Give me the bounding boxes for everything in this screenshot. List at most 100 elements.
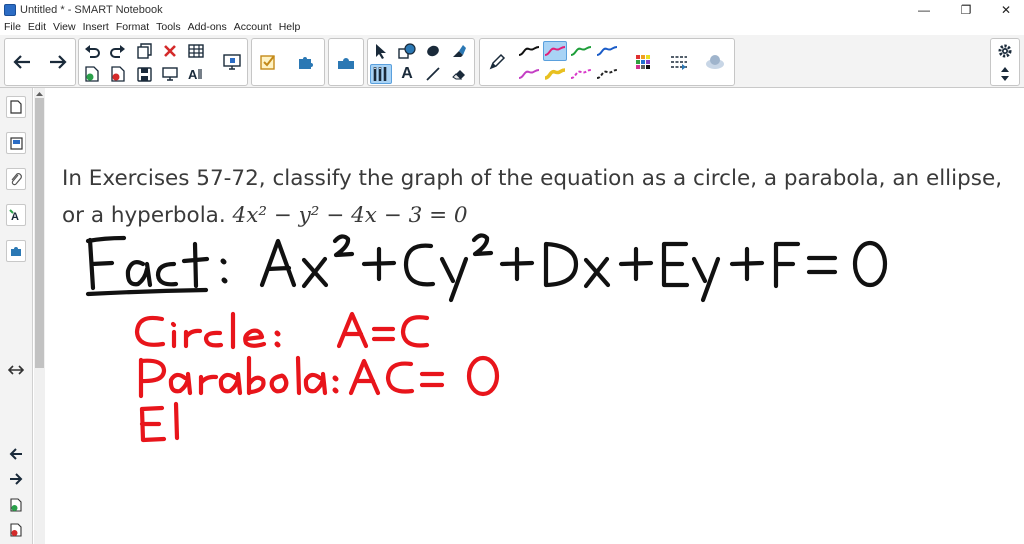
fill-button[interactable]: [422, 41, 444, 61]
menu-add-ons[interactable]: Add-ons: [188, 21, 227, 33]
previous-page-button[interactable]: [6, 444, 26, 464]
pen-swatch-2[interactable]: [543, 41, 567, 61]
redo-icon: [110, 45, 125, 58]
handwriting-layer: [85, 233, 888, 443]
ink-shape-button[interactable]: [335, 52, 357, 72]
line-style-button[interactable]: [668, 52, 690, 72]
pen-stroke-purple: [518, 69, 540, 79]
add-page-button[interactable]: [81, 64, 103, 84]
sidebar: A: [0, 88, 33, 544]
undo-button[interactable]: [81, 41, 103, 61]
window-title: Untitled * - SMART Notebook: [20, 3, 163, 16]
menu-format[interactable]: Format: [116, 21, 149, 33]
eraser-icon: [452, 70, 465, 80]
table-button[interactable]: [185, 41, 207, 61]
screen-shade-button[interactable]: [221, 52, 243, 72]
menu-file[interactable]: File: [4, 21, 21, 33]
scroll-up-arrow-icon[interactable]: [35, 90, 44, 98]
app-icon: [4, 3, 16, 16]
properties-icon: [706, 55, 724, 69]
pen-swatch-8[interactable]: [595, 64, 619, 84]
pens-button[interactable]: [370, 64, 392, 84]
move-toolbar-icon: [1001, 67, 1009, 81]
add-ons-button[interactable]: [294, 52, 316, 72]
move-toolbar-button[interactable]: [994, 64, 1016, 84]
add-ons-tab-button[interactable]: [6, 240, 26, 262]
select-button[interactable]: [370, 41, 392, 61]
ellipse-partial-ink: [139, 401, 180, 443]
ink-shape-group: [328, 38, 364, 86]
add-ons-icon: [299, 57, 313, 69]
ink-shape-icon: [338, 58, 354, 69]
pen-swatch-3[interactable]: [569, 41, 593, 61]
eraser-tool-button[interactable]: [448, 41, 470, 61]
shapes-button[interactable]: [396, 41, 418, 61]
delete-page-icon: [10, 523, 22, 537]
circle-rule-ink: [134, 311, 430, 350]
text-button[interactable]: A: [396, 64, 418, 84]
menu-help[interactable]: Help: [279, 21, 301, 33]
settings-group: [990, 38, 1020, 86]
save-button[interactable]: [133, 64, 155, 84]
delete-button[interactable]: [159, 41, 181, 61]
resize-sidebar-button[interactable]: [6, 360, 26, 380]
minimize-button[interactable]: —: [906, 0, 942, 19]
restore-button[interactable]: ❐: [948, 0, 984, 19]
pen-stroke-magenta: [544, 46, 566, 56]
back-arrow-icon: [9, 448, 22, 460]
gallery-icon: [9, 136, 23, 150]
lines-icon: [426, 67, 440, 81]
vertical-scrollbar[interactable]: [34, 88, 45, 544]
menu-account[interactable]: Account: [234, 21, 272, 33]
shapes-icon: [398, 43, 416, 59]
properties-icon: A: [9, 209, 19, 222]
title-bar: Untitled * - SMART Notebook — ❐ ✕: [0, 0, 1024, 19]
pen-button[interactable]: [486, 52, 508, 72]
navigation-group: [4, 38, 76, 86]
menu-insert[interactable]: Insert: [83, 21, 109, 33]
clear-page-button[interactable]: [107, 64, 129, 84]
menu-edit[interactable]: Edit: [28, 21, 46, 33]
new-page-button[interactable]: [133, 41, 155, 61]
forward-arrow-icon: [50, 55, 67, 69]
pen-swatch-1[interactable]: [517, 41, 541, 61]
properties-button[interactable]: [704, 52, 726, 72]
clear-page-icon: [111, 66, 125, 82]
delete-page-side-button[interactable]: [6, 520, 26, 540]
pen-swatch-6[interactable]: [543, 64, 567, 84]
pen-swatch-5[interactable]: [517, 64, 541, 84]
close-button[interactable]: ✕: [988, 0, 1024, 19]
lines-button[interactable]: [422, 64, 444, 84]
scrollbar-thumb[interactable]: [35, 98, 44, 368]
pen-swatch-4[interactable]: [595, 41, 619, 61]
text-icon: A: [401, 65, 413, 82]
pen-stroke-pink-dashed: [570, 69, 592, 79]
menu-bar: File Edit View Insert Format Tools Add-o…: [0, 19, 1024, 35]
general-form-ink: [259, 233, 888, 303]
whiteboard-page[interactable]: In Exercises 57-72, classify the graph o…: [46, 88, 1024, 544]
page-sorter-button[interactable]: [6, 96, 26, 118]
add-page-side-button[interactable]: [6, 495, 26, 515]
redo-button[interactable]: [107, 41, 129, 61]
edit-group: A: [78, 38, 248, 86]
forward-button[interactable]: [47, 52, 69, 72]
forward-arrow-icon: [10, 473, 23, 485]
text-format-button[interactable]: A: [185, 64, 207, 84]
pen-icon: [489, 53, 506, 70]
attachments-button[interactable]: [6, 168, 26, 190]
next-page-button[interactable]: [6, 469, 26, 489]
gallery-button[interactable]: [6, 132, 26, 154]
back-button[interactable]: [11, 52, 33, 72]
settings-button[interactable]: [994, 41, 1016, 61]
menu-view[interactable]: View: [53, 21, 76, 33]
properties-tab-button[interactable]: A: [6, 204, 26, 226]
pen-stroke-green: [570, 46, 592, 56]
activity-check-button[interactable]: [257, 52, 279, 72]
back-arrow-icon: [13, 55, 30, 69]
full-screen-button[interactable]: [159, 64, 181, 84]
eraser-button[interactable]: [448, 64, 470, 84]
color-grid-button[interactable]: [632, 52, 654, 72]
line-style-icon: [671, 56, 687, 70]
menu-tools[interactable]: Tools: [156, 21, 181, 33]
pen-swatch-7[interactable]: [569, 64, 593, 84]
